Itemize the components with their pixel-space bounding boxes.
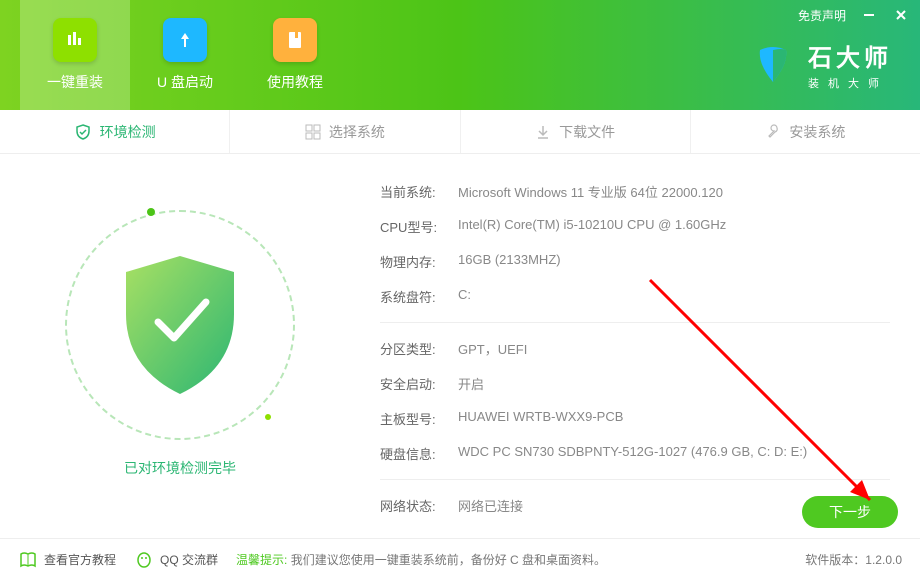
- step-select-os[interactable]: 选择系统: [230, 110, 460, 153]
- brand-subtitle: 装机大师: [808, 75, 892, 91]
- info-row: 分区类型:GPT，UEFI: [380, 339, 890, 358]
- info-value: 16GB (2133MHZ): [458, 252, 561, 271]
- step-env-check[interactable]: 环境检测: [0, 110, 230, 153]
- info-label: CPU型号:: [380, 217, 458, 236]
- tab-label: U 盘启动: [157, 72, 213, 92]
- footer-tip: 温馨提示: 我们建议您使用一键重装系统前，备份好 C 盘和桌面资料。: [236, 551, 787, 568]
- info-label: 分区类型:: [380, 339, 458, 358]
- disclaimer-link[interactable]: 免责声明: [798, 7, 846, 24]
- info-value: WDC PC SN730 SDBPNTY-512G-1027 (476.9 GB…: [458, 444, 807, 463]
- steps-bar: 环境检测 选择系统 下载文件 安装系统: [0, 110, 920, 154]
- detection-panel: 已对环境检测完毕: [0, 154, 360, 534]
- wrench-icon: [765, 124, 781, 140]
- info-value: HUAWEI WRTB-WXX9-PCB: [458, 409, 623, 428]
- usb-icon: [163, 18, 207, 62]
- brand-logo-icon: [750, 42, 796, 88]
- grid-icon: [305, 124, 321, 140]
- version-value: 1.2.0.0: [865, 553, 902, 567]
- info-label: 安全启动:: [380, 374, 458, 393]
- footer: 查看官方教程 QQ 交流群 温馨提示: 我们建议您使用一键重装系统前，备份好 C…: [0, 538, 920, 580]
- info-row: 系统盘符:C:: [380, 287, 890, 306]
- window-controls: 免责声明: [798, 6, 910, 24]
- download-icon: [535, 124, 551, 140]
- step-label: 安装系统: [789, 122, 845, 142]
- tab-label: 使用教程: [267, 72, 323, 92]
- shield-icon: [74, 123, 92, 141]
- info-value: GPT，UEFI: [458, 339, 527, 358]
- step-download[interactable]: 下载文件: [461, 110, 691, 153]
- nav-tabs: 一键重装 U 盘启动 使用教程: [0, 0, 350, 110]
- info-row: 当前系统:Microsoft Windows 11 专业版 64位 22000.…: [380, 182, 890, 201]
- next-button[interactable]: 下一步: [802, 496, 898, 528]
- detection-status: 已对环境检测完毕: [124, 458, 236, 478]
- info-label: 物理内存:: [380, 252, 458, 271]
- step-label: 环境检测: [100, 122, 156, 142]
- tab-tutorial[interactable]: 使用教程: [240, 0, 350, 110]
- shield-check-icon: [116, 250, 244, 400]
- tip-label: 温馨提示:: [236, 553, 287, 567]
- header: 免责声明 一键重装 U 盘启动 使用教程: [0, 0, 920, 110]
- version-label: 软件版本：: [805, 553, 865, 567]
- close-button[interactable]: [892, 6, 910, 24]
- tutorial-icon: [273, 18, 317, 62]
- minimize-button[interactable]: [860, 6, 878, 24]
- link-label: QQ 交流群: [160, 551, 218, 568]
- info-value: 网络已连接: [458, 496, 523, 515]
- info-row: 安全启动:开启: [380, 374, 890, 393]
- info-value: 开启: [458, 374, 484, 393]
- info-label: 系统盘符:: [380, 287, 458, 306]
- info-row: 主板型号:HUAWEI WRTB-WXX9-PCB: [380, 409, 890, 428]
- book-icon: [18, 550, 38, 570]
- step-label: 下载文件: [559, 122, 615, 142]
- info-row: CPU型号:Intel(R) Core(TM) i5-10210U CPU @ …: [380, 217, 890, 236]
- divider: [380, 479, 890, 480]
- version-info: 软件版本：1.2.0.0: [805, 551, 902, 568]
- system-info-panel: 当前系统:Microsoft Windows 11 专业版 64位 22000.…: [360, 154, 920, 534]
- info-label: 当前系统:: [380, 182, 458, 201]
- brand-title: 石大师: [808, 38, 892, 73]
- info-row: 硬盘信息:WDC PC SN730 SDBPNTY-512G-1027 (476…: [380, 444, 890, 463]
- step-label: 选择系统: [329, 122, 385, 142]
- reinstall-icon: [53, 18, 97, 62]
- tutorial-link[interactable]: 查看官方教程: [18, 550, 116, 570]
- link-label: 查看官方教程: [44, 551, 116, 568]
- info-value: C:: [458, 287, 471, 306]
- step-install[interactable]: 安装系统: [691, 110, 920, 153]
- tab-reinstall[interactable]: 一键重装: [20, 0, 130, 110]
- shield-ring: [65, 210, 295, 440]
- qq-link[interactable]: QQ 交流群: [134, 550, 218, 570]
- divider: [380, 322, 890, 323]
- info-value: Intel(R) Core(TM) i5-10210U CPU @ 1.60GH…: [458, 217, 726, 236]
- info-label: 网络状态:: [380, 496, 458, 515]
- tab-usb-boot[interactable]: U 盘启动: [130, 0, 240, 110]
- info-row: 物理内存:16GB (2133MHZ): [380, 252, 890, 271]
- brand: 石大师 装机大师: [750, 38, 892, 91]
- main-content: 已对环境检测完毕 当前系统:Microsoft Windows 11 专业版 6…: [0, 154, 920, 534]
- qq-icon: [134, 550, 154, 570]
- tip-text: 我们建议您使用一键重装系统前，备份好 C 盘和桌面资料。: [291, 553, 606, 567]
- tab-label: 一键重装: [47, 72, 103, 92]
- info-value: Microsoft Windows 11 专业版 64位 22000.120: [458, 182, 723, 201]
- info-label: 主板型号:: [380, 409, 458, 428]
- info-label: 硬盘信息:: [380, 444, 458, 463]
